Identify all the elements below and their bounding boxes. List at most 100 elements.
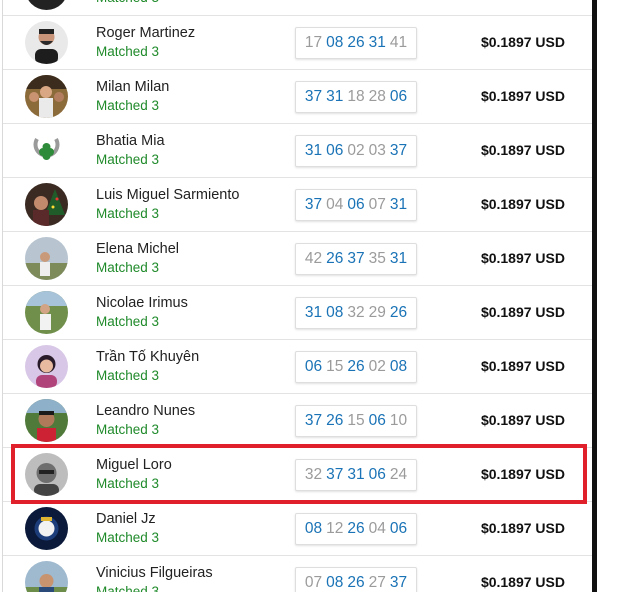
avatar-bw-face-icon — [25, 453, 68, 496]
winner-row[interactable]: Nicolae Irimus Matched 3 31 08 32 29 26 $0.1897… — [3, 286, 593, 340]
avatar-outdoor-icon — [25, 237, 68, 280]
scrollbar[interactable] — [592, 0, 597, 592]
unmatched-number: 28 — [368, 88, 386, 105]
unmatched-number: 07 — [368, 196, 386, 213]
matched-number: 08 — [326, 574, 344, 591]
matched-number: 31 — [368, 34, 386, 51]
prize-amount: $0.1897 USD — [480, 412, 565, 428]
matched-status: Matched 3 — [96, 152, 160, 167]
prize-amount: $0.1897 USD — [480, 520, 565, 536]
matched-status: Matched 3 — [96, 98, 160, 113]
matched-number: 31 — [389, 196, 408, 213]
ticket-numbers: 17 08 26 31 41 — [295, 27, 417, 59]
ticket-numbers: 08 12 26 04 06 — [295, 513, 417, 545]
matched-status: Matched 3 — [96, 44, 160, 59]
winner-name[interactable]: Roger Martinez — [96, 25, 195, 41]
winner-name[interactable]: Miguel Loro — [96, 457, 172, 473]
unmatched-number: 41 — [389, 34, 408, 51]
winner-row[interactable]: Luis Miguel Sarmiento Matched 3 37 04 06 07 31… — [3, 178, 593, 232]
matched-status: Matched 3 — [96, 422, 160, 437]
avatar-dark-icon — [25, 0, 68, 10]
matched-number: 06 — [368, 466, 386, 483]
ticket-numbers: 06 15 26 02 08 — [295, 351, 417, 383]
matched-status: Matched 3 — [96, 260, 160, 275]
winner-row[interactable]: Elena Michel Matched 3 42 26 37 35 31 $0.1897 U… — [3, 232, 593, 286]
matched-number: 26 — [389, 304, 408, 321]
prize-amount: $0.1897 USD — [480, 358, 565, 374]
ticket-numbers: 31 06 02 03 37 — [295, 135, 417, 167]
matched-number: 37 — [304, 88, 323, 105]
winner-row[interactable]: Daniel Jz Matched 3 08 12 26 04 06 $0.1897 USD — [3, 502, 593, 556]
matched-number: 31 — [347, 466, 365, 483]
unmatched-number: 15 — [347, 412, 365, 429]
avatar-christmas-icon — [25, 183, 68, 226]
ticket-numbers: 07 08 26 27 37 — [295, 567, 417, 592]
matched-status: Matched 3 — [96, 206, 160, 221]
ticket-numbers: 42 26 37 35 31 — [295, 243, 417, 275]
winner-name[interactable]: Luis Miguel Sarmiento — [96, 187, 239, 203]
matched-number: 37 — [389, 574, 408, 591]
unmatched-number: 42 — [304, 250, 323, 267]
matched-number: 37 — [304, 412, 323, 429]
winner-name[interactable]: Trần Tố Khuyên — [96, 349, 199, 365]
matched-number: 31 — [304, 304, 323, 321]
matched-number: 06 — [347, 196, 365, 213]
matched-status: Matched 3 — [96, 314, 160, 329]
avatar-group-icon — [25, 75, 68, 118]
winner-row[interactable]: Milan Milan Matched 3 37 31 18 28 06 $0.1897 US… — [3, 70, 593, 124]
unmatched-number: 17 — [304, 34, 323, 51]
matched-number: 37 — [304, 196, 323, 213]
prize-amount: $0.1897 USD — [480, 304, 565, 320]
winner-name[interactable]: Milan Milan — [96, 79, 169, 95]
unmatched-number: 10 — [389, 412, 408, 429]
avatar-man-beard-icon — [25, 21, 68, 64]
matched-number: 06 — [368, 412, 386, 429]
winner-row[interactable]: Bhatia Mia Matched 3 31 06 02 03 37 $0.1897 USD — [3, 124, 593, 178]
unmatched-number: 29 — [368, 304, 386, 321]
winner-name[interactable]: Nicolae Irimus — [96, 295, 188, 311]
winner-name[interactable]: Daniel Jz — [96, 511, 156, 527]
winner-name[interactable]: Bhatia Mia — [96, 133, 165, 149]
unmatched-number: 18 — [347, 88, 365, 105]
unmatched-number: 04 — [326, 196, 344, 213]
matched-number: 08 — [326, 304, 344, 321]
avatar-garden-icon — [25, 291, 68, 334]
avatar-man-outdoor-icon — [25, 561, 68, 592]
winner-name[interactable]: Leandro Nunes — [96, 403, 195, 419]
matched-number: 37 — [347, 250, 365, 267]
unmatched-number: 27 — [368, 574, 386, 591]
matched-number: 06 — [304, 358, 323, 375]
matched-status: Matched 3 — [96, 476, 160, 491]
winner-row[interactable]: Leandro Nunes Matched 3 37 26 15 06 10 $0.1897 … — [3, 394, 593, 448]
unmatched-number: 15 — [326, 358, 344, 375]
avatar-man-icon — [25, 399, 68, 442]
prize-amount: $0.1897 USD — [480, 88, 565, 104]
matched-number: 08 — [389, 358, 408, 375]
matched-number: 37 — [389, 142, 408, 159]
matched-number: 06 — [326, 142, 344, 159]
winner-row[interactable]: Vinicius Filgueiras Matched 3 07 08 26 27 37 $0… — [3, 556, 593, 592]
winners-list: Matched 3Roger MartinezMatched 317082631… — [3, 0, 593, 592]
winner-name[interactable]: Elena Michel — [96, 241, 179, 257]
winner-name[interactable]: Vinicius Filgueiras — [96, 565, 213, 581]
matched-number: 31 — [326, 88, 344, 105]
unmatched-number: 35 — [368, 250, 386, 267]
matched-number: 31 — [389, 250, 408, 267]
matched-number: 08 — [304, 520, 323, 537]
matched-number: 26 — [347, 520, 365, 537]
matched-number: 08 — [326, 34, 344, 51]
winner-row[interactable]: Roger Martinez Matched 3 17 08 26 31 41 $0.1897… — [3, 16, 593, 70]
ticket-numbers: 32 37 31 06 24 — [295, 459, 417, 491]
ticket-numbers: 37 26 15 06 10 — [295, 405, 417, 437]
ticket-numbers: 37 31 18 28 06 — [295, 81, 417, 113]
matched-status: Matched 3 — [96, 530, 160, 545]
unmatched-number: 07 — [304, 574, 323, 591]
avatar-real-madrid-icon — [25, 507, 68, 550]
winner-row[interactable]: Trần Tố Khuyên Matched 3 06 15 26 02 08 $0.1897… — [3, 340, 593, 394]
winner-row[interactable]: Matched 3 — [3, 0, 593, 16]
winner-row[interactable]: Miguel Loro Matched 3 32 37 31 06 24 $0.1897 US… — [3, 448, 593, 502]
matched-number: 26 — [347, 358, 365, 375]
matched-number: 26 — [326, 250, 344, 267]
matched-number: 06 — [389, 520, 408, 537]
unmatched-number: 12 — [326, 520, 344, 537]
